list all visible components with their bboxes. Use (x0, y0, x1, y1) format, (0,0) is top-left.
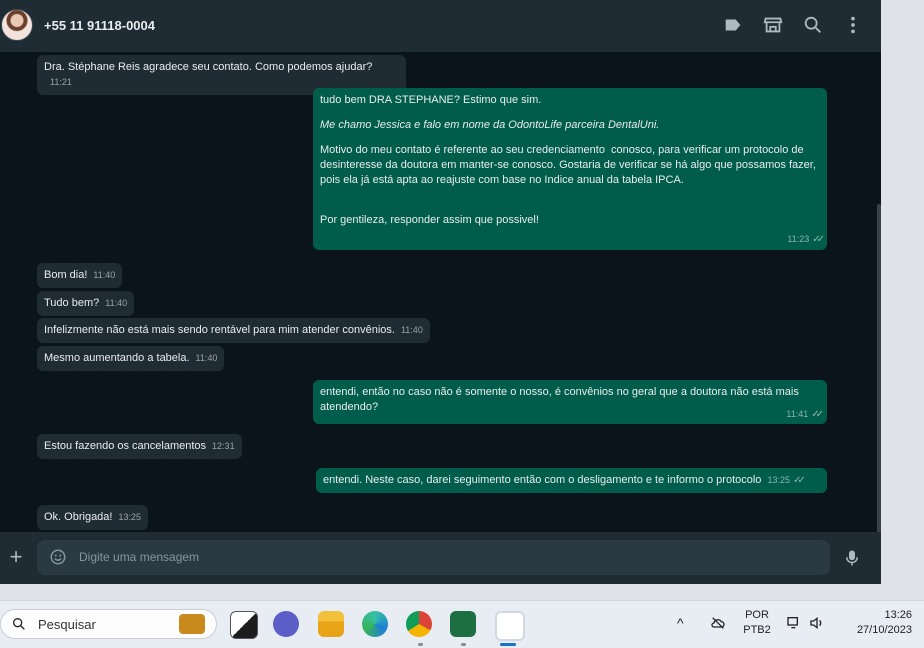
clock-date: 27/10/2023 (856, 624, 912, 636)
running-indicator (461, 643, 466, 646)
volume-icon[interactable] (808, 615, 826, 631)
excel-icon[interactable] (450, 611, 476, 637)
microphone-icon[interactable] (843, 548, 861, 568)
message-time: 13:25 (767, 475, 790, 485)
teams-icon[interactable] (273, 611, 299, 637)
chat-header: +55 11 91118-0004 (0, 0, 881, 52)
contact-avatar[interactable] (1, 9, 33, 41)
chat-scrollbar[interactable] (877, 204, 881, 532)
message-text: Dra. Stéphane Reis agradece seu contato.… (44, 61, 373, 73)
input-language[interactable]: POR PTB2 (740, 609, 774, 636)
search-icon[interactable] (802, 14, 824, 36)
emoji-icon[interactable] (49, 548, 67, 566)
message-text: Bom dia! (44, 269, 88, 281)
message-text: entendi. Neste caso, darei seguimento en… (323, 474, 762, 486)
chrome-icon[interactable] (406, 611, 432, 637)
search-icon (11, 616, 27, 632)
message-outgoing[interactable]: entendi, então no caso não é somente o n… (313, 380, 827, 424)
message-time: 11:21 (50, 77, 72, 87)
read-ticks-icon: ✓✓ (812, 234, 825, 245)
message-paragraph: Me chamo Jessica e falo em nome da Odont… (320, 119, 660, 131)
message-incoming[interactable]: Tudo bem? 11:40 (37, 291, 135, 316)
message-input[interactable]: Digite uma mensagem (37, 540, 830, 575)
message-incoming[interactable]: Bom dia! 11:40 (37, 263, 123, 288)
message-text: Infelizmente não está mais sendo rentáve… (44, 324, 395, 336)
message-text: Ok. Obrigada! (44, 511, 113, 523)
briefcase-icon[interactable] (179, 614, 205, 634)
message-list[interactable]: Dra. Stéphane Reis agradece seu contato.… (0, 52, 881, 532)
message-time: 11:40 (105, 298, 128, 308)
menu-icon[interactable] (842, 14, 864, 36)
message-time: 13:25 (118, 512, 142, 522)
read-ticks-icon: ✓✓ (811, 409, 824, 420)
contact-name[interactable]: +55 11 91118-0004 (44, 18, 155, 33)
taskbar-search[interactable]: Pesquisar (0, 609, 217, 639)
message-time: 11:40 (93, 270, 116, 280)
task-view-icon[interactable] (230, 611, 258, 639)
message-outgoing[interactable]: tudo bem DRA STEPHANE? Estimo que sim. M… (313, 88, 827, 250)
message-incoming[interactable]: Mesmo aumentando a tabela. 11:40 (37, 346, 225, 371)
keyboard-layout: PTB2 (743, 624, 771, 636)
message-paragraph: Motivo do meu contato é referente ao seu… (320, 144, 819, 186)
message-time: 12:31 (212, 441, 235, 451)
message-text: Estou fazendo os cancelamentos (44, 440, 207, 452)
whatsapp-window: +55 11 91118-0004 Dra. Stéphane Reis agr… (0, 0, 881, 584)
composer-bar: + Digite uma mensagem (0, 532, 881, 584)
network-icon[interactable] (785, 615, 803, 631)
clock-time: 13:26 (884, 609, 912, 621)
message-time-wrap: 11:41 ✓✓ (320, 407, 824, 420)
message-time: 11:23 (787, 234, 810, 244)
message-placeholder: Digite uma mensagem (79, 550, 200, 564)
snipping-tool-icon[interactable] (495, 611, 525, 641)
message-outgoing[interactable]: entendi. Neste caso, darei seguimento en… (316, 468, 827, 493)
message-incoming[interactable]: Ok. Obrigada! 13:25 (37, 505, 149, 530)
active-app-indicator (500, 643, 516, 646)
attach-plus-icon[interactable]: + (6, 546, 26, 568)
running-indicator (418, 643, 423, 646)
store-icon[interactable] (762, 14, 784, 36)
read-ticks-icon: ✓✓ (792, 475, 806, 486)
label-icon[interactable] (722, 14, 744, 36)
message-paragraph: Por gentileza, responder assim que possi… (320, 214, 539, 226)
message-time: 11:40 (195, 353, 218, 363)
message-time-wrap: 11:23 ✓✓ (787, 232, 825, 247)
message-incoming[interactable]: Estou fazendo os cancelamentos 12:31 (37, 434, 242, 459)
message-text: Tudo bem? (44, 297, 100, 309)
message-paragraph: tudo bem DRA STEPHANE? Estimo que sim. (320, 94, 542, 106)
clock[interactable]: 13:26 27/10/2023 (838, 609, 912, 636)
message-text: Mesmo aumentando a tabela. (44, 352, 190, 364)
message-incoming[interactable]: Infelizmente não está mais sendo rentáve… (37, 318, 430, 343)
message-time: 11:41 (786, 409, 809, 419)
windows-taskbar: Pesquisar ^ POR PTB2 13:26 27/10/2023 (0, 600, 924, 648)
show-hidden-icons-chevron-icon[interactable]: ^ (677, 615, 684, 631)
edge-icon[interactable] (362, 611, 388, 637)
language-code: POR (745, 609, 769, 621)
search-placeholder: Pesquisar (38, 617, 96, 632)
file-explorer-icon[interactable] (318, 611, 344, 637)
cloud-offline-icon[interactable] (708, 615, 728, 631)
message-time: 11:40 (400, 325, 423, 335)
